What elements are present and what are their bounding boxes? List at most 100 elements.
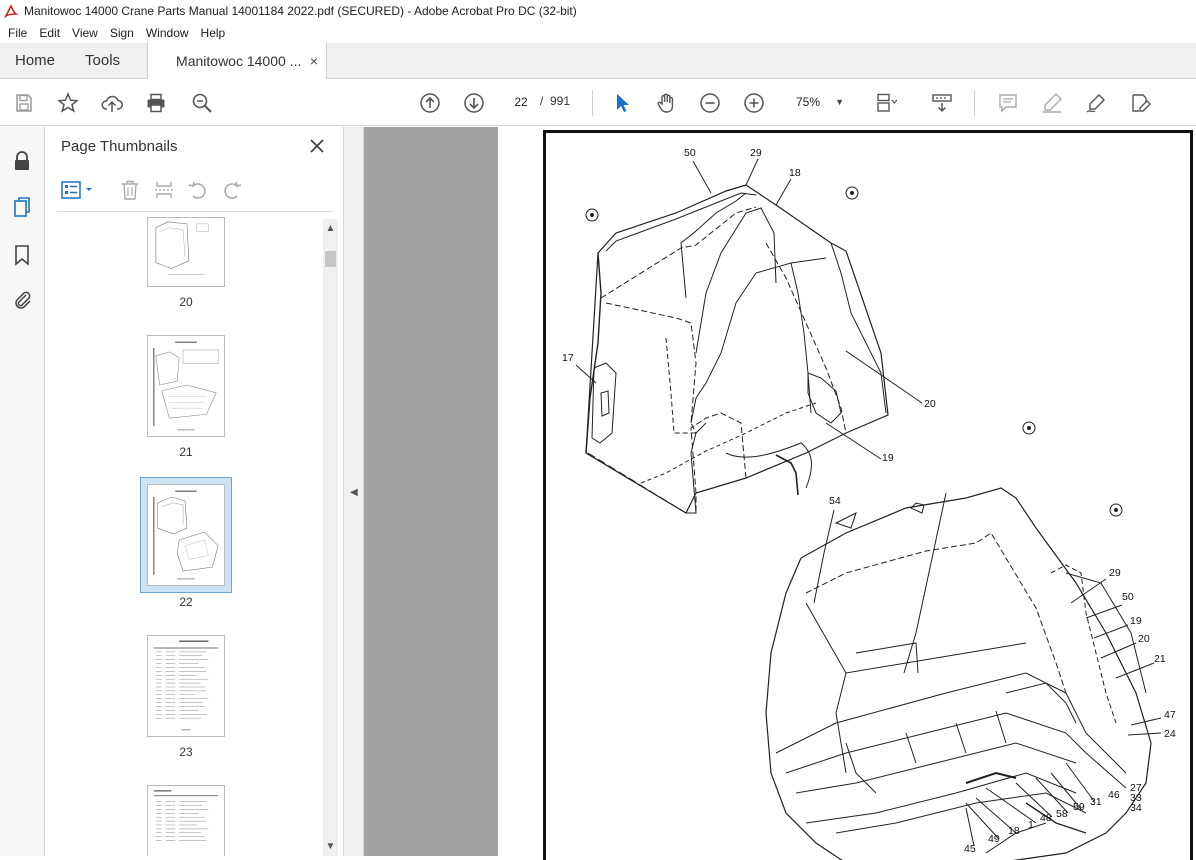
edit-form-icon[interactable] <box>1128 91 1152 115</box>
thumbnail-options-icon[interactable] <box>61 179 95 201</box>
tab-document-label: Manitowoc 14000 ... <box>176 53 302 69</box>
parts-drawing <box>575 158 1162 860</box>
thumbnail-page-20[interactable] <box>147 217 225 287</box>
toolbar-divider <box>592 90 593 116</box>
page-thumbnails-icon[interactable] <box>10 195 34 219</box>
page-fit-icon[interactable] <box>874 91 898 115</box>
left-navigation-rail <box>0 127 45 856</box>
chevron-down-icon: ▼ <box>835 97 844 107</box>
scroll-down-icon[interactable]: ▼ <box>325 841 336 852</box>
document-background <box>364 127 498 856</box>
callout-label: 20 <box>924 398 936 410</box>
pdf-page: 50 29 18 17 20 19 54 29 50 19 20 21 47 2… <box>543 130 1193 860</box>
callout-label: 34 <box>1130 802 1142 814</box>
delete-page-icon[interactable] <box>119 179 141 201</box>
print-icon[interactable] <box>144 91 168 115</box>
callout-label: 29 <box>750 147 762 159</box>
scrollbar-thumb[interactable] <box>325 251 336 267</box>
rotate-counterclockwise-icon[interactable] <box>187 179 209 201</box>
callout-label: 17 <box>562 352 574 364</box>
sign-pen-icon[interactable] <box>1084 91 1108 115</box>
callout-label: 18 <box>1008 825 1020 837</box>
menu-view[interactable]: View <box>66 26 104 40</box>
menu-bar: File Edit View Sign Window Help <box>0 22 1196 43</box>
callout-label: 31 <box>1090 796 1102 808</box>
menu-help[interactable]: Help <box>195 26 232 40</box>
extract-page-icon[interactable] <box>153 179 175 201</box>
rotate-clockwise-icon[interactable] <box>221 179 243 201</box>
thumbnail-label: 23 <box>179 745 193 759</box>
callout-label: 45 <box>964 843 976 855</box>
next-page-icon[interactable] <box>462 91 486 115</box>
thumbnail-label: 22 <box>179 595 193 609</box>
toolbar-divider <box>974 90 975 116</box>
cloud-upload-icon[interactable] <box>100 91 124 115</box>
callout-label: 20 <box>1138 633 1150 645</box>
thumbnail-scrollbar[interactable]: ▲ ▼ <box>323 219 338 856</box>
thumbnail-label: 21 <box>179 445 193 459</box>
tab-tools[interactable]: Tools <box>70 42 135 78</box>
thumbnail-list: 20 21 22 23 <box>45 217 323 856</box>
thumbnail-drawing <box>155 221 209 275</box>
panel-divider <box>57 211 333 212</box>
callout-label: 49 <box>988 833 1000 845</box>
acrobat-logo-icon <box>4 4 18 18</box>
zoom-search-icon[interactable] <box>190 91 214 115</box>
callout-label: 50 <box>684 147 696 159</box>
callout-label: 24 <box>1164 728 1176 740</box>
thumbnail-drawing <box>153 790 219 841</box>
tab-bar: Home Tools Manitowoc 14000 ... × <box>0 43 1196 79</box>
bookmark-star-icon[interactable] <box>56 91 80 115</box>
panel-collapse-strip[interactable]: ◀ <box>344 127 364 856</box>
callout-label: 19 <box>882 452 894 464</box>
panel-toolbar <box>45 171 335 211</box>
tab-close-icon[interactable]: × <box>310 53 318 69</box>
thumbnail-label: 20 <box>179 295 193 309</box>
tab-home[interactable]: Home <box>0 42 70 78</box>
callout-label: 46 <box>1108 789 1120 801</box>
thumbnail-page-24[interactable] <box>147 785 225 856</box>
callout-label: 58 <box>1056 808 1068 820</box>
current-page-input[interactable]: 22 <box>506 90 536 114</box>
callout-label: 18 <box>789 167 801 179</box>
menu-sign[interactable]: Sign <box>104 26 140 40</box>
zoom-level-select[interactable]: 75% ▼ <box>784 90 854 114</box>
lock-icon[interactable] <box>10 149 34 173</box>
thumbnail-drawing <box>153 341 219 431</box>
callout-label: 19 <box>1130 615 1142 627</box>
thumbnail-drawing <box>153 640 219 731</box>
zoom-in-icon[interactable] <box>742 91 766 115</box>
title-bar: Manitowoc 14000 Crane Parts Manual 14001… <box>0 0 1196 22</box>
collapse-left-icon[interactable]: ◀ <box>350 487 358 498</box>
tab-document[interactable]: Manitowoc 14000 ... × <box>147 43 328 79</box>
menu-edit[interactable]: Edit <box>33 26 66 40</box>
close-panel-icon[interactable] <box>308 137 326 155</box>
window-title: Manitowoc 14000 Crane Parts Manual 14001… <box>24 4 577 18</box>
menu-file[interactable]: File <box>0 26 33 40</box>
callout-label: 29 <box>1109 567 1121 579</box>
document-viewer: ◀ 50 29 18 17 20 19 54 29 50 19 20 21 47… <box>344 127 1196 860</box>
save-icon[interactable] <box>12 91 36 115</box>
attachments-paperclip-icon[interactable] <box>10 287 34 311</box>
main-toolbar: 22 / 991 75% ▼ <box>0 80 1196 126</box>
scroll-mode-icon[interactable] <box>930 91 954 115</box>
zoom-out-icon[interactable] <box>698 91 722 115</box>
select-cursor-icon[interactable] <box>610 91 634 115</box>
callout-label: 54 <box>829 495 841 507</box>
thumbnail-page-23[interactable] <box>147 635 225 737</box>
callout-label: 50 <box>1122 591 1134 603</box>
highlight-pen-icon[interactable] <box>1040 91 1064 115</box>
scroll-up-icon[interactable]: ▲ <box>325 223 336 234</box>
callout-label: 47 <box>1164 709 1176 721</box>
thumbnail-drawing <box>153 490 219 580</box>
hand-tool-icon[interactable] <box>654 91 678 115</box>
previous-page-icon[interactable] <box>418 91 442 115</box>
thumbnail-page-22[interactable] <box>147 484 225 586</box>
panel-title: Page Thumbnails <box>61 138 178 155</box>
callout-label: 21 <box>1154 653 1166 665</box>
bookmarks-icon[interactable] <box>10 243 34 267</box>
thumbnail-page-21[interactable] <box>147 335 225 437</box>
comment-icon[interactable] <box>996 91 1020 115</box>
callout-label: 48 <box>1040 812 1052 824</box>
menu-window[interactable]: Window <box>140 26 195 40</box>
